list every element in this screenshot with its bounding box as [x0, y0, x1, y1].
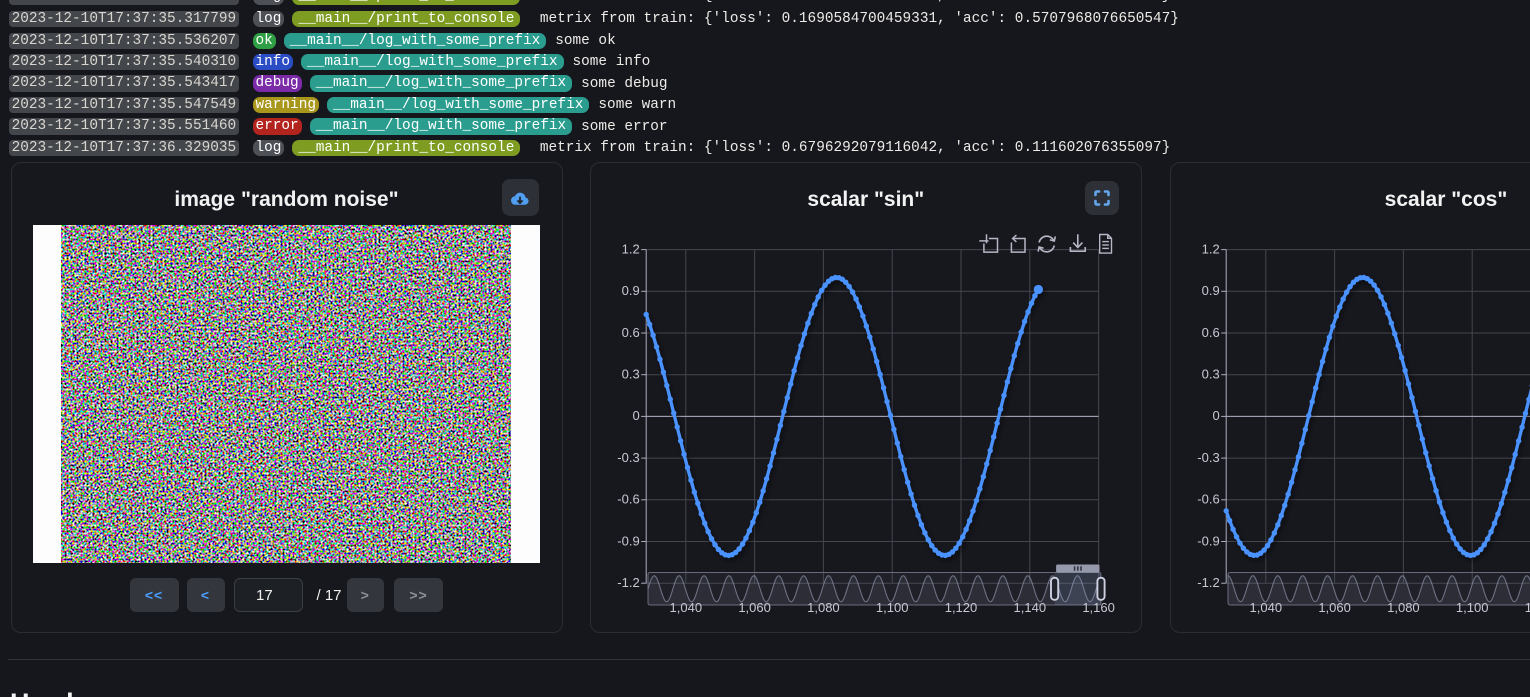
svg-text:1,120: 1,120 — [945, 600, 978, 615]
svg-text:-0.9: -0.9 — [617, 533, 639, 548]
svg-text:1,080: 1,080 — [807, 600, 840, 615]
svg-text:1,140: 1,140 — [1013, 600, 1046, 615]
svg-text:-1.2: -1.2 — [617, 575, 639, 590]
svg-text:1,040: 1,040 — [669, 600, 702, 615]
svg-text:-1.2: -1.2 — [1197, 575, 1219, 590]
svg-text:1,040: 1,040 — [1250, 600, 1283, 615]
svg-text:1,100: 1,100 — [876, 600, 909, 615]
svg-text:0: 0 — [632, 408, 639, 423]
svg-text:-0.3: -0.3 — [1197, 449, 1219, 464]
svg-text:-0.6: -0.6 — [1197, 491, 1219, 506]
svg-text:0.9: 0.9 — [1202, 283, 1220, 298]
svg-text:1,120: 1,120 — [1525, 600, 1530, 615]
svg-text:0.9: 0.9 — [621, 283, 639, 298]
svg-text:1,100: 1,100 — [1456, 600, 1489, 615]
svg-text:-0.9: -0.9 — [1197, 533, 1219, 548]
svg-text:-0.3: -0.3 — [617, 449, 639, 464]
svg-text:0: 0 — [1212, 408, 1219, 423]
svg-text:1.2: 1.2 — [621, 241, 639, 256]
svg-text:-0.6: -0.6 — [617, 491, 639, 506]
svg-text:1.2: 1.2 — [1202, 241, 1220, 256]
svg-text:0.3: 0.3 — [621, 366, 639, 381]
svg-text:1,060: 1,060 — [738, 600, 771, 615]
svg-text:1,160: 1,160 — [1082, 600, 1115, 615]
svg-text:1,060: 1,060 — [1318, 600, 1351, 615]
svg-text:1,080: 1,080 — [1387, 600, 1420, 615]
svg-text:0.3: 0.3 — [1202, 366, 1220, 381]
svg-text:0.6: 0.6 — [621, 324, 639, 339]
svg-text:0.6: 0.6 — [1202, 324, 1220, 339]
